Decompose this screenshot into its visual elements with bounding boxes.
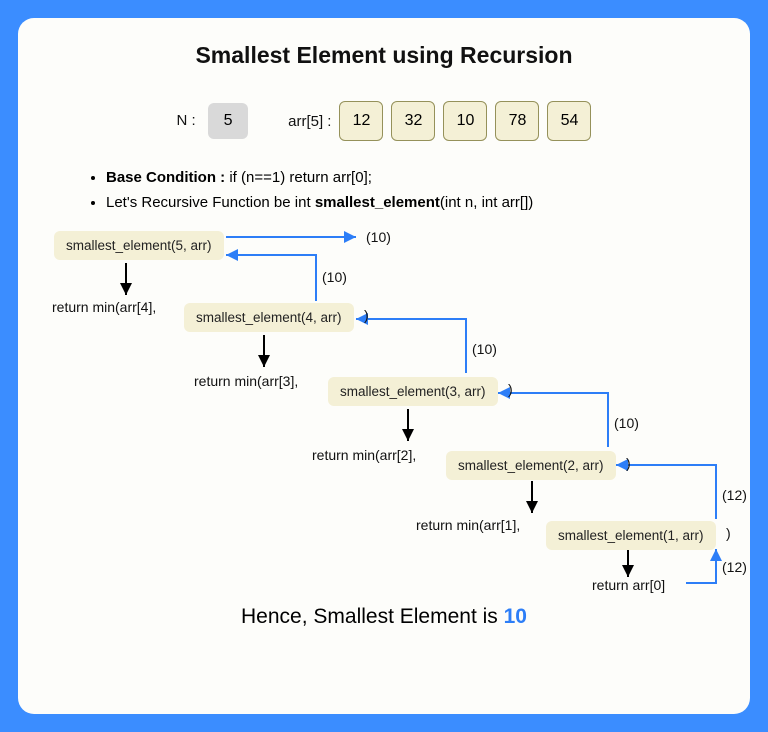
- bullet2-strong: smallest_element: [315, 194, 440, 211]
- return-val-2: (10): [614, 415, 639, 431]
- n-group: N : 5: [177, 103, 249, 139]
- call-box-3: smallest_element(3, arr): [328, 377, 498, 406]
- return-min-2: return min(arr[2],: [312, 447, 416, 463]
- n-label: N :: [177, 112, 196, 129]
- arr-group: arr[5] : 12 32 10 78 54: [288, 101, 591, 141]
- notes-list: Base Condition : if (n==1) return arr[0]…: [106, 169, 722, 211]
- return-val-1: (12): [722, 487, 747, 503]
- bullet1-rest: if (n==1) return arr[0];: [229, 169, 372, 186]
- arr-label: arr[5] :: [288, 113, 331, 130]
- arr-cell-0: 12: [339, 101, 383, 141]
- call-box-5: smallest_element(5, arr): [54, 231, 224, 260]
- diagram-card: Smallest Element using Recursion N : 5 a…: [18, 18, 750, 714]
- page-title: Smallest Element using Recursion: [46, 42, 722, 69]
- return-min-4: return min(arr[4],: [52, 299, 156, 315]
- conclusion: Hence, Smallest Element is 10: [46, 605, 722, 629]
- recursion-tree: smallest_element(5, arr) (10) (10) retur…: [46, 223, 722, 603]
- paren-1: ): [726, 525, 731, 541]
- call-box-4: smallest_element(4, arr): [184, 303, 354, 332]
- bullet1-strong: Base Condition :: [106, 169, 229, 186]
- paren-2: ): [626, 455, 631, 471]
- bullet-recursive-fn: Let's Recursive Function be int smallest…: [106, 194, 722, 211]
- return-val-3: (10): [472, 341, 497, 357]
- conclusion-text: Hence, Smallest Element is: [241, 605, 504, 628]
- arr-cell-1: 32: [391, 101, 435, 141]
- inputs-row: N : 5 arr[5] : 12 32 10 78 54: [46, 101, 722, 141]
- bullet2-pre: Let's Recursive Function be int: [106, 194, 315, 211]
- return-arr0: return arr[0]: [592, 577, 665, 593]
- call-box-1: smallest_element(1, arr): [546, 521, 716, 550]
- return-val-4: (10): [322, 269, 347, 285]
- paren-4: ): [364, 307, 369, 323]
- n-value-box: 5: [208, 103, 248, 139]
- return-min-3: return min(arr[3],: [194, 373, 298, 389]
- call-box-2: smallest_element(2, arr): [446, 451, 616, 480]
- return-val-5: (10): [366, 229, 391, 245]
- bullet-base-condition: Base Condition : if (n==1) return arr[0]…: [106, 169, 722, 186]
- array-cells: 12 32 10 78 54: [339, 101, 591, 141]
- answer-value: 10: [504, 605, 527, 628]
- return-min-1: return min(arr[1],: [416, 517, 520, 533]
- paren-3: ): [508, 381, 513, 397]
- arr-cell-4: 54: [547, 101, 591, 141]
- return-val-0: (12): [722, 559, 747, 575]
- bullet2-post: (int n, int arr[]): [440, 194, 533, 211]
- arr-cell-2: 10: [443, 101, 487, 141]
- arr-cell-3: 78: [495, 101, 539, 141]
